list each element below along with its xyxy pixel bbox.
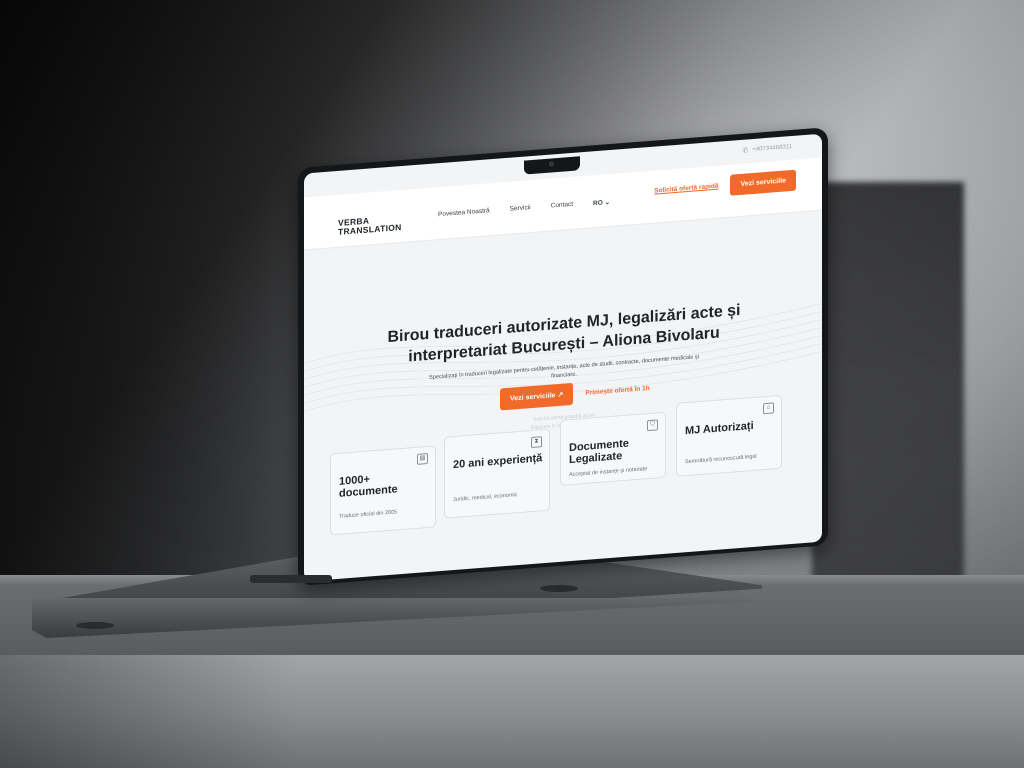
- stat-card-title: Documente Legalizate: [569, 437, 629, 467]
- stat-card-title: 20 ani experiență: [453, 452, 543, 472]
- laptop-foot: [76, 622, 114, 629]
- document-icon: ▤: [417, 452, 428, 465]
- quick-offer-link[interactable]: Solicită ofertă rapidă: [654, 183, 718, 195]
- shield-icon: ⛉: [647, 419, 658, 432]
- stat-card-desc: Traduse oficial din 2005: [339, 509, 398, 520]
- stat-card-title: 1000+ documente: [339, 473, 398, 500]
- stat-card: ⧗ 20 ani experiență Juridic, medical, ec…: [444, 428, 550, 519]
- view-services-button[interactable]: Vezi serviciile: [730, 169, 796, 196]
- site-logo[interactable]: VERBA TRANSLATION: [338, 214, 402, 237]
- phone-icon: ✆: [742, 147, 749, 155]
- language-selector[interactable]: RO ⌄: [593, 198, 610, 207]
- stat-card: ▤ 1000+ documente Traduse oficial din 20…: [330, 445, 436, 536]
- hourglass-icon: ⧗: [531, 436, 542, 449]
- stat-card-desc: Semnătură recunoscută legal: [685, 453, 757, 466]
- laptop-cast-shadow: [812, 182, 964, 582]
- language-label: RO: [593, 199, 603, 208]
- laptop-hinge: [250, 575, 332, 583]
- chevron-down-icon: ⌄: [604, 198, 611, 207]
- stat-card-desc: Juridic, medical, economic: [453, 492, 518, 504]
- phone-number[interactable]: +40734468311: [752, 144, 792, 153]
- nav-item-story[interactable]: Povestea Noastră: [438, 207, 490, 219]
- website-viewport: ✆ +40734468311 VERBA TRANSLATION Povestea…: [304, 133, 822, 582]
- laptop-foot: [540, 585, 578, 592]
- hero-button-label: Vezi serviciile: [510, 392, 556, 403]
- laptop-display: ✆ +40734468311 VERBA TRANSLATION Povestea…: [298, 127, 828, 586]
- external-link-icon: ↗: [557, 391, 564, 400]
- main-navigation: Povestea Noastră Servicii Contact RO ⌄: [438, 198, 610, 219]
- nav-item-services[interactable]: Servicii: [510, 204, 531, 214]
- stat-card-desc: Acceptat de instanțe și notariate: [569, 466, 648, 479]
- bank-icon: ⌂: [763, 402, 774, 415]
- header-actions: Solicită ofertă rapidă Vezi serviciile: [654, 169, 796, 202]
- stat-card: ⌂ MJ Autorizați Semnătură recunoscută le…: [676, 394, 782, 477]
- get-offer-link[interactable]: Primește ofertă în 1h: [585, 384, 649, 396]
- camera-icon: [549, 161, 554, 167]
- stat-card-title: MJ Autorizați: [685, 419, 754, 438]
- stat-card: ⛉ Documente Legalizate Acceptat de insta…: [560, 411, 666, 486]
- nav-item-contact[interactable]: Contact: [551, 201, 573, 211]
- shelf-shade: [0, 655, 300, 768]
